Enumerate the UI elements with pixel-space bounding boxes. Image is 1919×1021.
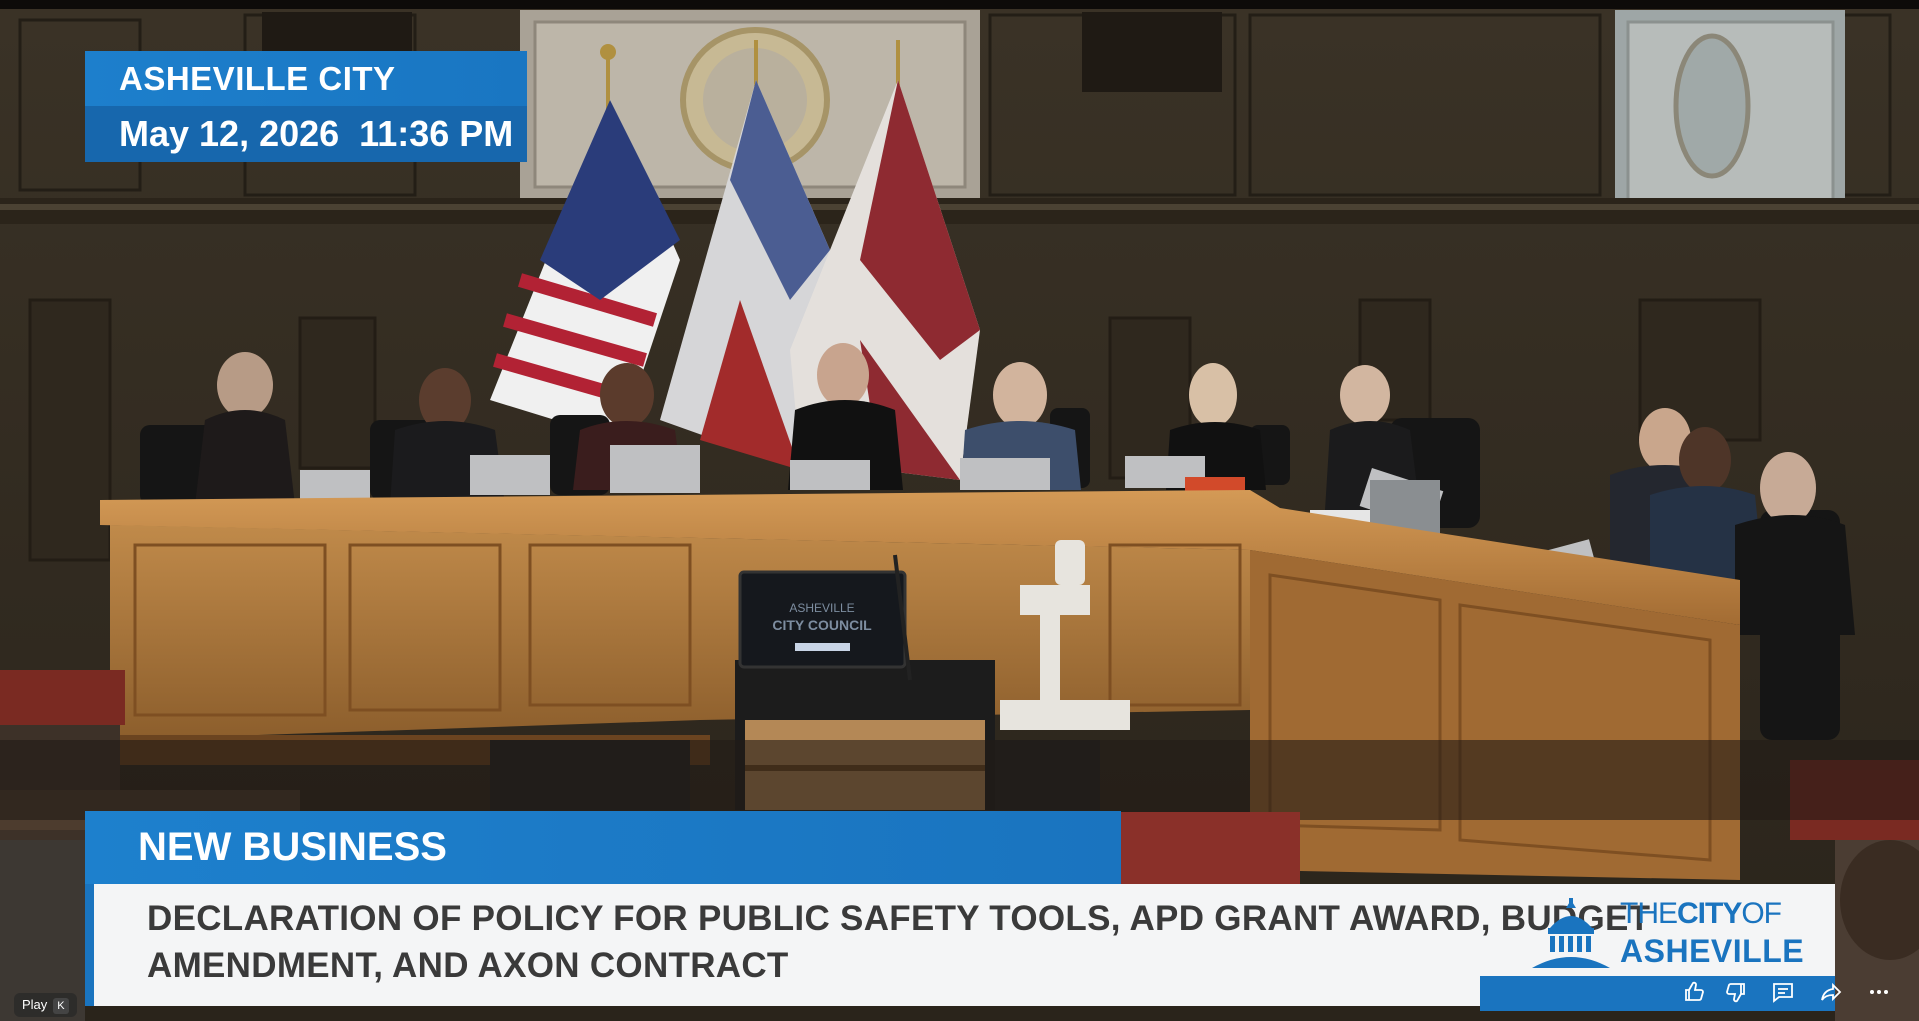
logo-name: ASHEVILLE (1620, 933, 1805, 969)
share-icon[interactable] (1814, 975, 1848, 1009)
thumbs-up-icon[interactable] (1677, 975, 1711, 1009)
video-frame[interactable]: ASHEVILLE CITY COUNCIL ASHEVILLE CITY CO… (0, 0, 1919, 1021)
logo-city: CITY (1677, 897, 1742, 930)
section-title: NEW BUSINESS (85, 811, 1121, 884)
comment-icon[interactable] (1766, 975, 1800, 1009)
top-letterbox (0, 0, 1919, 9)
play-button[interactable]: Play K (14, 993, 77, 1017)
broadcast-datetime: May 12, 2026 11:36 PM (85, 106, 527, 162)
logo-the: THE (1620, 897, 1678, 930)
svg-text:ASHEVILLE: ASHEVILLE (789, 601, 854, 615)
logo-of: OF (1741, 897, 1782, 930)
city-logo: THECITYOF ASHEVILLE (1530, 892, 1820, 972)
org-name: ASHEVILLE CITY COUNCIL (85, 51, 527, 152)
more-icon[interactable] (1862, 975, 1896, 1009)
play-shortcut: K (53, 998, 69, 1014)
agenda-title-line-2: AMENDMENT, AND AXON CONTRACT (147, 946, 789, 985)
thumbs-down-icon[interactable] (1719, 975, 1753, 1009)
city-hall-icon (1532, 898, 1610, 968)
svg-text:CITY COUNCIL: CITY COUNCIL (772, 617, 872, 633)
play-label: Play (22, 997, 48, 1012)
agenda-title-line-1: DECLARATION OF POLICY FOR PUBLIC SAFETY … (147, 899, 1651, 938)
